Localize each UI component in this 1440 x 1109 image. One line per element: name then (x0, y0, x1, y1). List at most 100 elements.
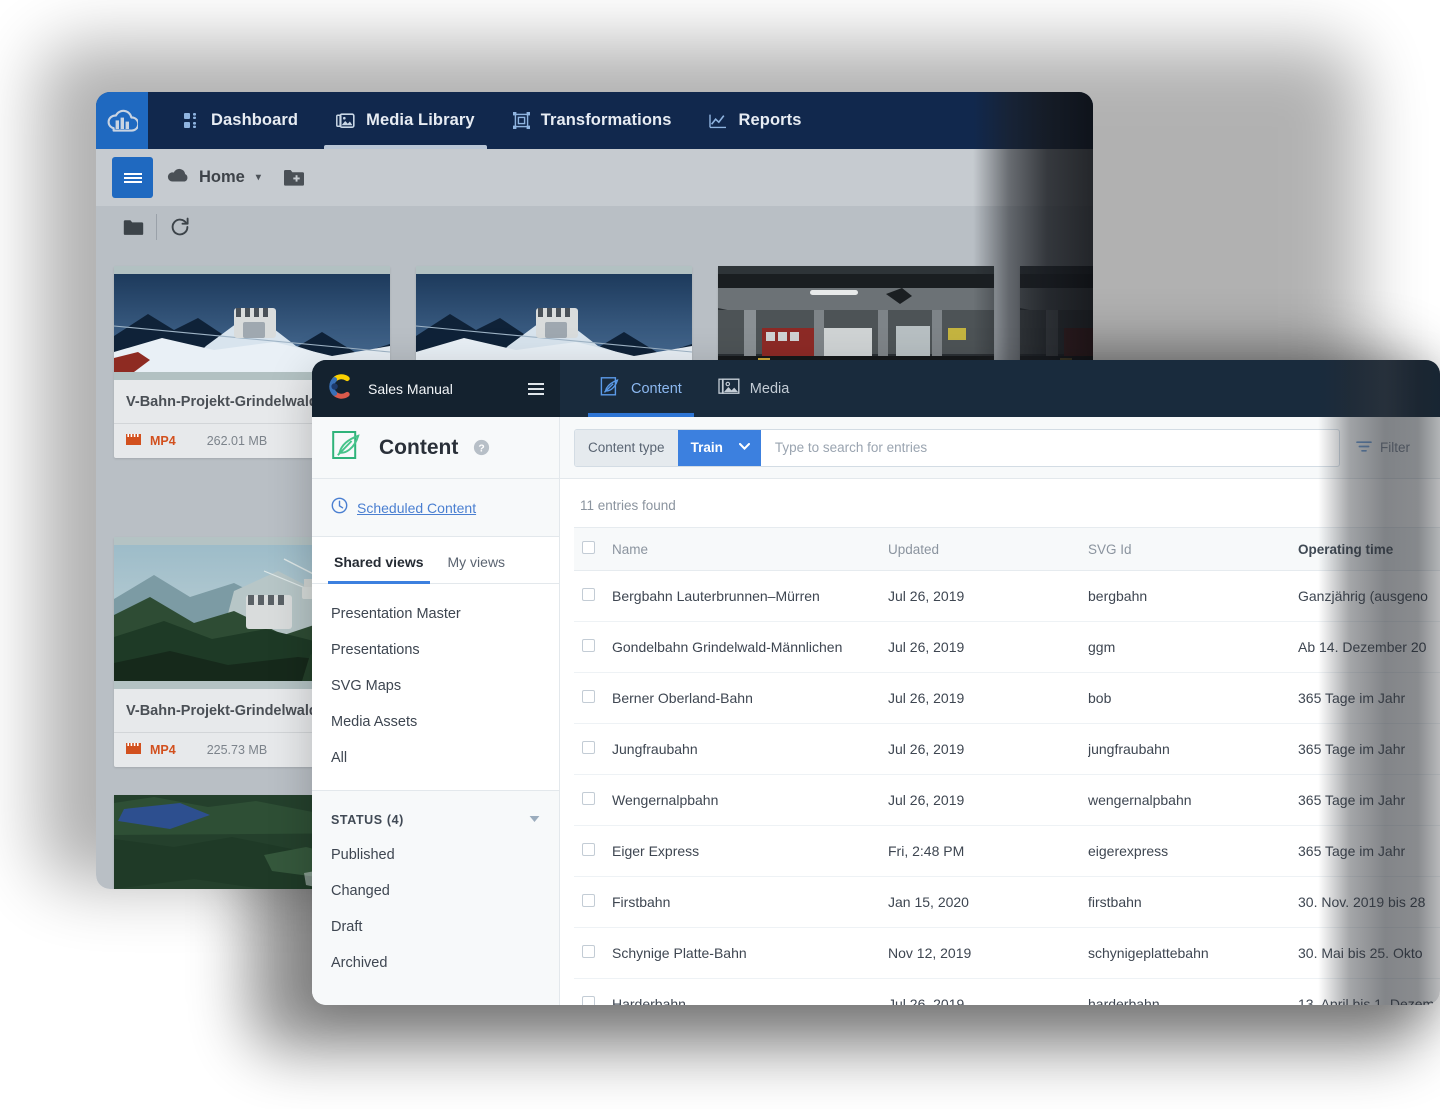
cell-name: Berner Oberland-Bahn (612, 672, 888, 724)
table-row[interactable]: Jungfraubahn Jul 26, 2019 jungfraubahn 3… (574, 723, 1440, 775)
row-checkbox[interactable] (582, 690, 595, 703)
triangle-down-icon[interactable] (529, 815, 540, 826)
cloud-icon (167, 168, 190, 188)
view-item-presentation-master[interactable]: Presentation Master (312, 596, 559, 632)
cell-operating: 30. Mai bis 25. Okto (1298, 927, 1440, 979)
table-row[interactable]: Bergbahn Lauterbrunnen–Mürren Jul 26, 20… (574, 570, 1440, 622)
row-checkbox[interactable] (582, 588, 595, 601)
question-circle-icon[interactable]: ? (473, 439, 490, 456)
entry-search-bar[interactable]: Content type Train (574, 428, 1340, 467)
station-interior-train-image (1020, 274, 1093, 372)
content-type-select[interactable]: Train (677, 429, 761, 466)
column-header-name[interactable]: Name (612, 527, 888, 571)
breadcrumb-home[interactable]: Home ▾ (167, 168, 261, 188)
nav-label-media-library: Media Library (366, 111, 475, 129)
table-row[interactable]: Harderbahn Jul 26, 2019 harderbahn 13. A… (574, 978, 1440, 1005)
cell-operating: 365 Tage im Jahr (1298, 723, 1440, 775)
cell-svg-id: bergbahn (1088, 570, 1298, 622)
cell-operating: 13. April bis 1. Dezem (1298, 978, 1440, 1005)
cloudinary-logo[interactable] (96, 92, 148, 149)
status-item-draft[interactable]: Draft (312, 909, 559, 945)
select-all-cell[interactable] (574, 527, 612, 571)
space-name: Sales Manual (368, 380, 453, 397)
table-row[interactable]: Gondelbahn Grindelwald-Männlichen Jul 26… (574, 621, 1440, 673)
cell-operating: Ganzjährig (ausgeno (1298, 570, 1440, 622)
cloudinary-nav-items: Dashboard Media Library Transformations … (148, 92, 821, 149)
cell-updated: Jul 26, 2019 (888, 723, 1088, 775)
row-checkbox[interactable] (582, 894, 595, 907)
view-item-presentations[interactable]: Presentations (312, 632, 559, 668)
contentful-header: Content ? Content type Train Type to sea… (312, 417, 1440, 479)
cell-name: Schynige Platte-Bahn (612, 927, 888, 979)
cloudinary-toolbar: Home ▾ (96, 149, 1093, 206)
tab-my-views[interactable]: My views (436, 537, 518, 583)
tab-media[interactable]: Media (700, 360, 808, 417)
view-item-svg-maps[interactable]: SVG Maps (312, 668, 559, 704)
cell-operating: 365 Tage im Jahr (1298, 774, 1440, 826)
row-checkbox[interactable] (582, 741, 595, 754)
grid-icon (184, 112, 200, 129)
table-row[interactable]: Wengernalpbahn Jul 26, 2019 wengernalpba… (574, 774, 1440, 826)
tab-shared-views[interactable]: Shared views (322, 537, 436, 584)
cell-operating: 30. Nov. 2019 bis 28 (1298, 876, 1440, 928)
table-row[interactable]: Eiger Express Fri, 2:48 PM eigerexpress … (574, 825, 1440, 877)
refresh-button[interactable] (157, 206, 203, 248)
tab-content[interactable]: Content (582, 360, 700, 417)
column-header-svg-id[interactable]: SVG Id (1088, 527, 1298, 571)
cell-svg-id: schynigeplattebahn (1088, 927, 1298, 979)
content-type-value: Train (690, 440, 723, 455)
media-image-icon (718, 377, 740, 400)
page-title: Content (379, 435, 459, 459)
filter-button[interactable]: Filter (1340, 440, 1426, 456)
cell-updated: Jul 26, 2019 (888, 774, 1088, 826)
status-item-published[interactable]: Published (312, 837, 559, 873)
cloudinary-navbar: Dashboard Media Library Transformations … (96, 92, 1093, 149)
cell-svg-id: harderbahn (1088, 978, 1298, 1005)
filter-icon (1356, 440, 1372, 456)
tab-label-content: Content (631, 380, 682, 397)
hamburger-icon[interactable] (528, 382, 544, 395)
row-checkbox[interactable] (582, 639, 595, 652)
select-all-checkbox[interactable] (582, 541, 595, 554)
status-item-changed[interactable]: Changed (312, 873, 559, 909)
images-icon (336, 112, 355, 129)
status-section-header[interactable]: STATUS (4) (312, 791, 559, 837)
status-item-archived[interactable]: Archived (312, 945, 559, 981)
cell-updated: Jul 26, 2019 (888, 621, 1088, 673)
row-checkbox[interactable] (582, 945, 595, 958)
new-folder-button[interactable] (283, 168, 305, 187)
view-item-all[interactable]: All (312, 740, 559, 776)
search-input[interactable] (760, 429, 1339, 466)
scheduled-content-link[interactable]: Scheduled Content (312, 479, 559, 537)
chevron-down-icon[interactable]: ▾ (256, 172, 261, 183)
video-format-icon (126, 434, 141, 448)
column-header-updated[interactable]: Updated (888, 527, 1088, 571)
row-checkbox[interactable] (582, 843, 595, 856)
column-header-operating-time[interactable]: Operating time (1298, 527, 1440, 571)
cell-updated: Fri, 2:48 PM (888, 825, 1088, 877)
entries-count: 11 entries found (580, 498, 676, 513)
cell-name: Gondelbahn Grindelwald-Männlichen (612, 621, 888, 673)
table-row[interactable]: Berner Oberland-Bahn Jul 26, 2019 bob 36… (574, 672, 1440, 724)
nav-label-transformations: Transformations (540, 111, 672, 129)
view-item-media-assets[interactable]: Media Assets (312, 704, 559, 740)
nav-label-reports: Reports (738, 111, 802, 129)
sidebar-toggle-button[interactable] (112, 157, 153, 198)
cloudinary-subtoolbar (96, 206, 1093, 248)
table-row[interactable]: Firstbahn Jan 15, 2020 firstbahn 30. Nov… (574, 876, 1440, 928)
clock-icon (331, 497, 348, 519)
nav-item-reports[interactable]: Reports (690, 92, 820, 149)
nav-item-dashboard[interactable]: Dashboard (165, 92, 317, 149)
cell-operating: 365 Tage im Jahr (1298, 672, 1440, 724)
snow-mountain-gondola-image (114, 274, 390, 372)
table-row[interactable]: Schynige Platte-Bahn Nov 12, 2019 schyni… (574, 927, 1440, 979)
row-checkbox[interactable] (582, 792, 595, 805)
nav-item-media-library[interactable]: Media Library (317, 92, 494, 149)
cell-updated: Jul 26, 2019 (888, 978, 1088, 1005)
row-checkbox[interactable] (582, 996, 595, 1005)
folder-view-button[interactable] (110, 206, 156, 248)
contentful-body: Scheduled Content Shared views My views … (312, 479, 1440, 1005)
nav-item-transformations[interactable]: Transformations (494, 92, 691, 149)
contentful-space-selector[interactable]: Sales Manual (312, 360, 560, 417)
transform-icon (512, 112, 530, 129)
